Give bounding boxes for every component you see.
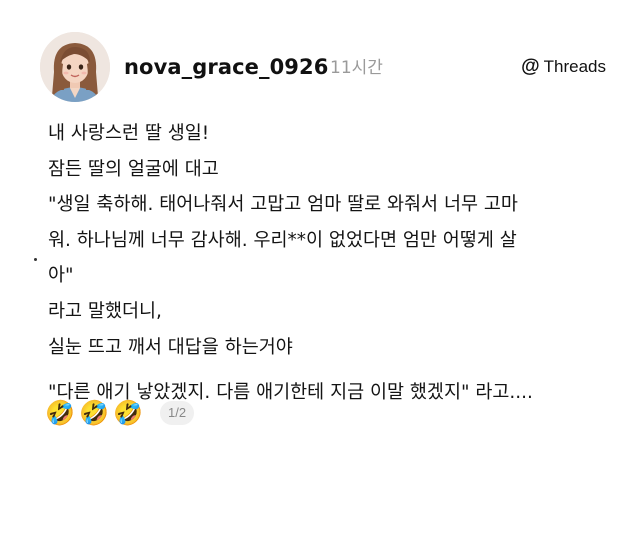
post-body-line: 잠든 딸의 얼굴에 대고 (48, 158, 219, 180)
post-body-line: 실눈 뜨고 깨서 대답을 하는거야 (48, 336, 293, 358)
post-body-line: "생일 축하해. 태어나줘서 고맙고 엄마 딸로 와줘서 너무 고마 (48, 194, 518, 216)
post-timestamp: 11시간 (330, 58, 383, 78)
laughing-emoji-icon: 🤣 (79, 399, 109, 427)
threads-brand[interactable]: @ Threads (521, 55, 606, 79)
page-indicator-badge: 1/2 (160, 401, 195, 425)
avatar[interactable] (40, 32, 110, 102)
threads-post: nova_grace_0926 11시간 @ Threads 내 사랑스런 딸 … (0, 0, 640, 554)
laughing-emoji-icon: 🤣 (45, 399, 75, 427)
post-body-line: 아" (48, 265, 74, 287)
threads-logo-icon: @ (521, 56, 540, 77)
stray-dot (34, 258, 37, 261)
post-footer: 🤣 🤣 🤣 1/2 (44, 398, 195, 428)
username-link[interactable]: nova_grace_0926 (124, 53, 328, 81)
post-body-line: 라고 말했더니, (48, 300, 162, 322)
laughing-emoji-icon: 🤣 (113, 399, 143, 427)
post-body-line: 워. 하나님께 너무 감사해. 우리**이 없었다면 엄만 어떻게 살 (48, 229, 517, 251)
post-body-line: 내 사랑스런 딸 생일! (48, 123, 210, 144)
profile-avatar-icon (40, 32, 110, 102)
post-body: 내 사랑스런 딸 생일! 잠든 딸의 얼굴에 대고 "생일 축하해. 태어나줘서… (48, 116, 618, 411)
threads-brand-label: Threads (543, 57, 606, 76)
